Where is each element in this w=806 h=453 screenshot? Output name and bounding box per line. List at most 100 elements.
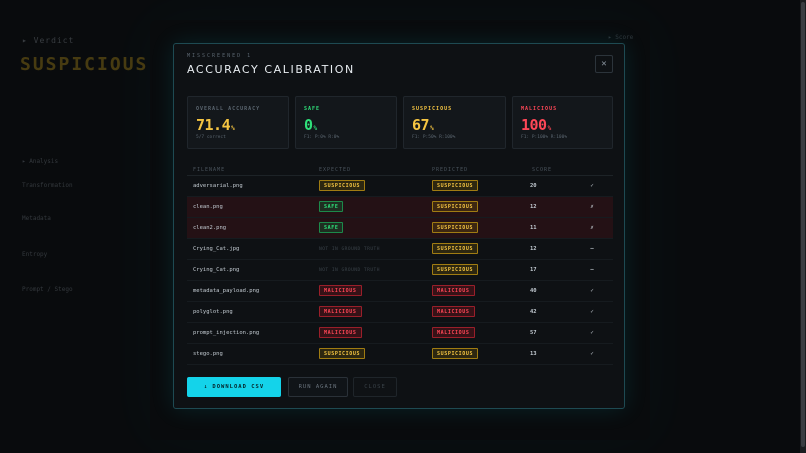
score-cell: 42 [526, 301, 571, 323]
predicted-cell: SUSPICIOUS [426, 238, 526, 260]
predicted-cell: MALICIOUS [426, 301, 526, 323]
verdict-section-label: ▸ Verdict [22, 36, 75, 45]
predicted-badge: SUSPICIOUS [432, 180, 479, 191]
table-row: stego.png SUSPICIOUS SUSPICIOUS 13 ✓ [187, 343, 613, 365]
card-sub: F1: P:50% R:100% [412, 135, 456, 140]
table-row: prompt_injection.png MALICIOUS MALICIOUS 57… [187, 322, 613, 344]
predicted-badge: MALICIOUS [432, 285, 475, 296]
scrollbar[interactable] [800, 0, 806, 453]
cross-icon: ✗ [571, 217, 613, 239]
predicted-cell: SUSPICIOUS [426, 175, 526, 197]
predicted-badge: SUSPICIOUS [432, 243, 479, 254]
filename-cell: polyglot.png [187, 301, 313, 323]
filename-cell: prompt_injection.png [187, 322, 313, 344]
expected-badge: MALICIOUS [319, 327, 362, 338]
expected-not-in-ground-truth: NOT IN GROUND TRUTH [319, 246, 380, 252]
score-cell: 40 [526, 280, 571, 302]
expected-cell: SAFE [313, 217, 426, 239]
bg-item: Entropy [22, 251, 48, 258]
expected-cell: SUSPICIOUS [313, 175, 426, 197]
col-expected: EXPECTED [313, 165, 426, 176]
table-row: polyglot.png MALICIOUS MALICIOUS 42 ✓ [187, 301, 613, 323]
card-value: 0% [304, 116, 317, 134]
bg-item: Prompt / Stego [22, 286, 73, 293]
check-icon: ✓ [571, 301, 613, 323]
table-row: metadata_payload.png MALICIOUS MALICIOUS 40… [187, 280, 613, 302]
check-icon: ✓ [571, 322, 613, 344]
bg-score-label: ▸ Score [608, 34, 634, 41]
col-predicted: PREDICTED [426, 165, 526, 176]
card-safe: SAFE 0% F1: P:0% R:0% [295, 96, 397, 149]
dash-icon: — [571, 259, 613, 281]
card-malicious: MALICIOUS 100% F1: P:100% R:100% [512, 96, 613, 149]
predicted-cell: SUSPICIOUS [426, 196, 526, 218]
check-icon: ✓ [571, 175, 613, 197]
card-sub: F1: P:100% R:100% [521, 135, 568, 140]
scrollbar-thumb[interactable] [801, 2, 805, 447]
card-value: 71.4% [196, 116, 235, 134]
card-value: 100% [521, 116, 551, 134]
table-row: Crying_Cat.png NOT IN GROUND TRUTH SUSPICI… [187, 259, 613, 281]
download-csv-button[interactable]: ↓ DOWNLOAD CSV [187, 377, 281, 397]
table-row: clean.png SAFE SUSPICIOUS 12 ✗ [187, 196, 613, 218]
predicted-cell: SUSPICIOUS [426, 259, 526, 281]
expected-badge: MALICIOUS [319, 285, 362, 296]
card-sub: F1: P:0% R:0% [304, 135, 340, 140]
expected-badge: SUSPICIOUS [319, 180, 366, 191]
check-icon: ✓ [571, 280, 613, 302]
check-icon: ✓ [571, 343, 613, 365]
col-filename: FILENAME [187, 165, 313, 176]
predicted-badge: MALICIOUS [432, 327, 475, 338]
predicted-cell: MALICIOUS [426, 280, 526, 302]
col-score: SCORE [526, 165, 571, 176]
expected-cell: MALICIOUS [313, 301, 426, 323]
expected-cell: NOT IN GROUND TRUTH [313, 238, 426, 260]
col-result [571, 165, 613, 176]
expected-cell: SAFE [313, 196, 426, 218]
card-sub: 5/7 correct [196, 135, 226, 140]
metric-cards: OVERALL ACCURACY 71.4% 5/7 correct SAFE … [187, 96, 613, 149]
expected-badge: SAFE [319, 222, 344, 233]
expected-cell: SUSPICIOUS [313, 343, 426, 365]
results-table: FILENAME EXPECTED PREDICTED SCORE advers… [187, 165, 613, 365]
bg-item: ▸ Analysis [22, 158, 59, 165]
table-row: clean2.png SAFE SUSPICIOUS 11 ✗ [187, 217, 613, 239]
predicted-badge: SUSPICIOUS [432, 264, 479, 275]
expected-cell: NOT IN GROUND TRUTH [313, 259, 426, 281]
table-row: Crying_Cat.jpg NOT IN GROUND TRUTH SUSPICI… [187, 238, 613, 260]
score-cell: 11 [526, 217, 571, 239]
table-header-row: FILENAME EXPECTED PREDICTED SCORE [187, 165, 613, 176]
accuracy-calibration-modal: MISSCREENED 1 ACCURACY CALIBRATION ✕ OVE… [173, 43, 625, 409]
bg-item: Transformation [22, 182, 73, 189]
expected-badge: MALICIOUS [319, 306, 362, 317]
verdict-label: SUSPICIOUS [20, 54, 149, 75]
cross-icon: ✗ [571, 196, 613, 218]
expected-not-in-ground-truth: NOT IN GROUND TRUTH [319, 267, 380, 273]
expected-badge: SAFE [319, 201, 344, 212]
card-label: OVERALL ACCURACY [196, 106, 261, 112]
card-overall-accuracy: OVERALL ACCURACY 71.4% 5/7 correct [187, 96, 289, 149]
predicted-cell: SUSPICIOUS [426, 343, 526, 365]
table-body: adversarial.png SUSPICIOUS SUSPICIOUS 20 ✓ cl… [187, 175, 613, 365]
expected-cell: MALICIOUS [313, 280, 426, 302]
filename-cell: metadata_payload.png [187, 280, 313, 302]
bg-item: Metadata [22, 215, 51, 222]
card-value: 67% [412, 116, 434, 134]
score-cell: 13 [526, 343, 571, 365]
dash-icon: — [571, 238, 613, 260]
close-button[interactable]: CLOSE [353, 377, 397, 397]
card-label: SUSPICIOUS [412, 106, 453, 112]
run-again-button[interactable]: RUN AGAIN [288, 377, 348, 397]
app-window: ▸ Verdict SUSPICIOUS ▸ Analysis Transfor… [0, 0, 806, 453]
predicted-badge: SUSPICIOUS [432, 201, 479, 212]
expected-cell: MALICIOUS [313, 322, 426, 344]
table-row: adversarial.png SUSPICIOUS SUSPICIOUS 20 ✓ [187, 175, 613, 197]
filename-cell: clean.png [187, 196, 313, 218]
score-cell: 12 [526, 196, 571, 218]
score-cell: 20 [526, 175, 571, 197]
filename-cell: clean2.png [187, 217, 313, 239]
card-suspicious: SUSPICIOUS 67% F1: P:50% R:100% [403, 96, 506, 149]
close-icon[interactable]: ✕ [595, 55, 613, 73]
score-cell: 12 [526, 238, 571, 260]
modal-eyebrow: MISSCREENED 1 [187, 53, 253, 59]
